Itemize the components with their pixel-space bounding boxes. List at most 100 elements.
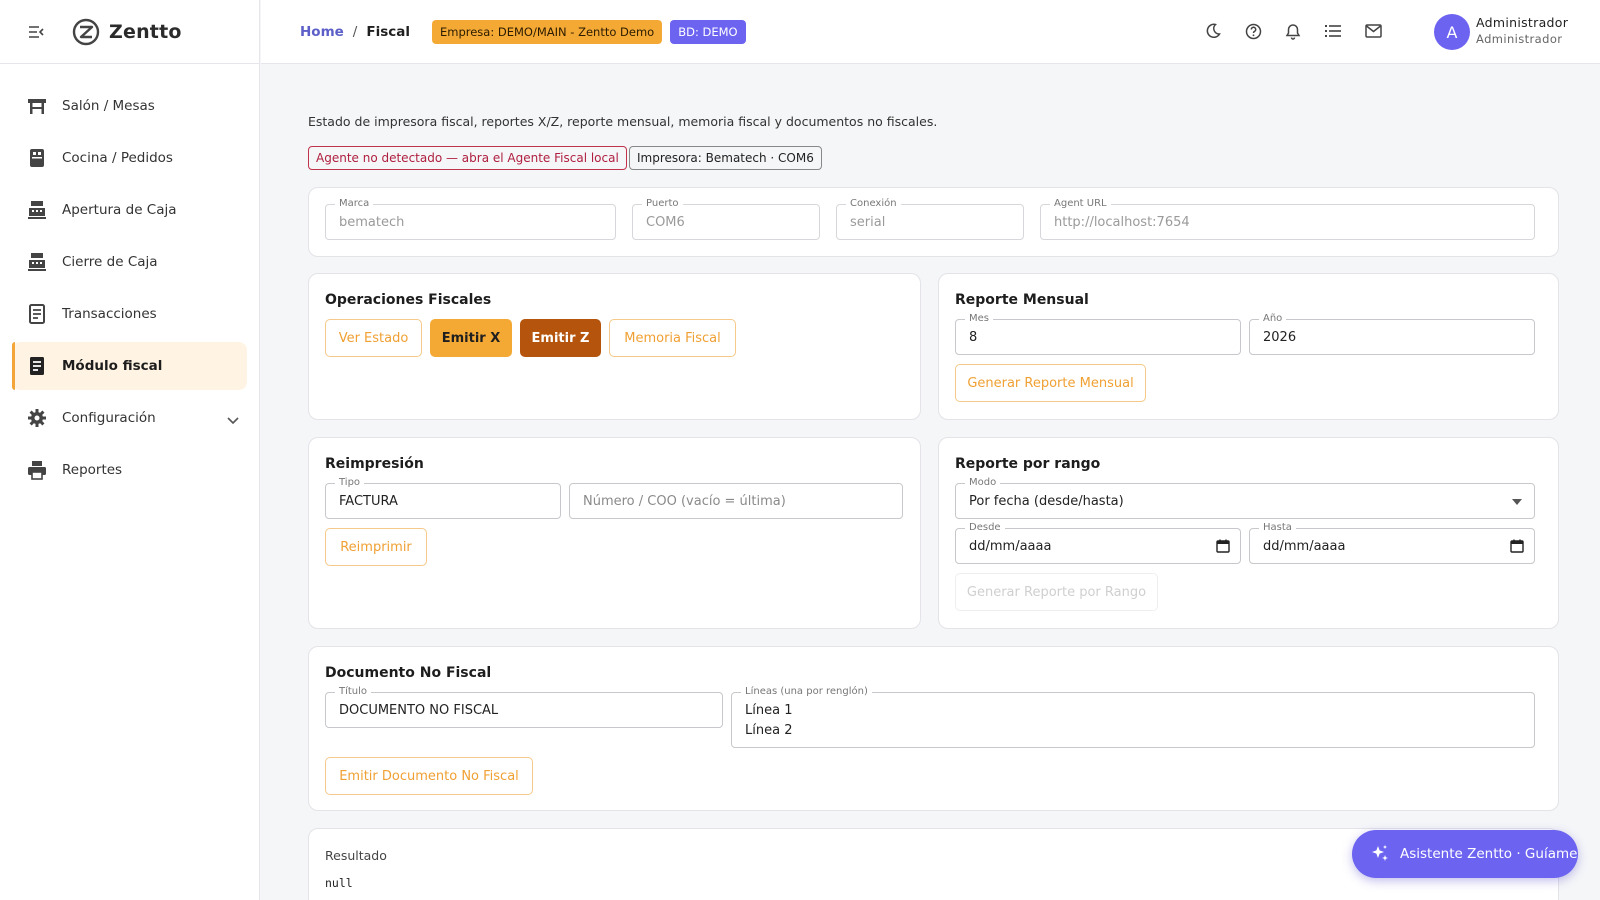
sidebar-item-reportes[interactable]: Reportes [12,446,247,494]
breadcrumb-separator: / [352,23,358,40]
modo-label: Modo [965,477,1001,489]
user-info[interactable]: Administrador Administrador [1476,15,1568,46]
marca-value: bematech [339,215,405,230]
database-badge: BD: DEMO [670,19,746,44]
documento-no-fiscal-card: Documento No Fiscal Título DOCUMENTO NO … [308,646,1559,811]
sidebar-item-configuracion[interactable]: Configuración [12,394,247,442]
dropdown-caret-icon [1512,499,1522,505]
resultado-label: Resultado [325,848,387,863]
emitir-no-fiscal-button[interactable]: Emitir Documento No Fiscal [325,757,533,795]
titulo-input[interactable]: Título DOCUMENTO NO FISCAL [325,686,723,728]
emitir-x-button[interactable]: Emitir X [430,319,512,357]
marca-field: Marca bematech [325,198,616,240]
puerto-field: Puerto COM6 [632,198,820,240]
puerto-value: COM6 [646,215,685,230]
lineas-label: Líneas (una por renglón) [741,686,872,698]
gear-icon [26,407,48,429]
numero-coo-input[interactable]: Número / COO (vacío = última) [569,483,903,519]
sidebar-item-label: Configuración [62,410,156,426]
top-bar: Home / Fiscal Empresa: DEMO/MAIN - Zentt… [261,0,1600,64]
anio-input[interactable]: Año 2026 [1249,313,1535,355]
reimpresion-title: Reimpresión [325,456,424,472]
reimprimir-button[interactable]: Reimprimir [325,528,427,566]
table-chairs-icon [26,95,48,117]
cash-register-icon [26,199,48,221]
hasta-value: dd/mm/aaaa [1263,539,1346,554]
cash-register-icon [26,251,48,273]
receipt-icon [26,303,48,325]
app-logo[interactable]: Zentto [72,18,182,46]
hasta-date-input[interactable]: Hasta dd/mm/aaaa [1249,522,1535,564]
hasta-label: Hasta [1259,522,1296,534]
generar-reporte-rango-button[interactable]: Generar Reporte por Rango [955,573,1158,611]
sidebar-item-label: Salón / Mesas [62,98,155,114]
breadcrumb-home[interactable]: Home [300,24,344,40]
sidebar-item-cocina-pedidos[interactable]: Cocina / Pedidos [12,134,247,182]
sidebar-item-label: Cierre de Caja [62,254,158,270]
sidebar-item-label: Módulo fiscal [62,358,163,374]
sparkle-icon [1372,845,1388,861]
sidebar-nav: Salón / Mesas Cocina / Pedidos Apertura … [0,64,259,494]
conexion-value: serial [850,215,886,230]
desde-value: dd/mm/aaaa [969,539,1052,554]
main-content: Estado de impresora fiscal, reportes X/Z… [261,65,1600,900]
anio-label: Año [1259,313,1287,325]
modo-value: Por fecha (desde/hasta) [969,494,1124,509]
generar-reporte-mensual-button[interactable]: Generar Reporte Mensual [955,364,1146,402]
sidebar-item-label: Reportes [62,462,123,478]
printer-icon [26,459,48,481]
bell-icon[interactable] [1284,22,1302,40]
resultado-value: null [325,876,353,890]
titulo-label: Título [335,686,372,698]
breadcrumb-current: Fiscal [366,23,410,40]
calendar-icon[interactable] [1216,539,1230,553]
kitchen-icon [26,147,48,169]
sidebar-item-label: Cocina / Pedidos [62,150,173,166]
sidebar-header: Zentto [0,0,259,64]
chevron-down-icon[interactable] [227,410,239,429]
modo-select[interactable]: Modo Por fecha (desde/hasta) [955,477,1535,519]
sidebar-item-cierre-caja[interactable]: Cierre de Caja [12,238,247,286]
titulo-value: DOCUMENTO NO FISCAL [339,703,499,718]
assistant-button[interactable]: Asistente Zentto · Guíame [1352,830,1578,878]
reimpresion-card: Reimpresión Tipo FACTURA Número / COO (v… [308,437,921,629]
agent-url-field: Agent URL http://localhost:7654 [1040,198,1535,240]
moon-icon[interactable] [1204,22,1222,40]
tipo-label: Tipo [335,477,365,489]
sidebar-item-salon-mesas[interactable]: Salón / Mesas [12,82,247,130]
mes-label: Mes [965,313,993,325]
help-icon[interactable] [1244,22,1262,40]
sidebar-item-transacciones[interactable]: Transacciones [12,290,247,338]
printer-status-chip: Impresora: Bematech · COM6 [629,146,822,170]
calendar-icon[interactable] [1510,539,1524,553]
list-icon[interactable] [1324,22,1342,40]
marca-label: Marca [335,198,374,210]
menu-collapse-icon[interactable] [26,22,46,42]
mes-input[interactable]: Mes 8 [955,313,1241,355]
memoria-fiscal-button[interactable]: Memoria Fiscal [609,319,736,357]
puerto-label: Puerto [642,198,683,210]
sidebar-item-modulo-fiscal[interactable]: Módulo fiscal [12,342,247,390]
anio-value: 2026 [1263,330,1297,345]
agent-url-label: Agent URL [1050,198,1111,210]
app-name: Zentto [109,20,182,43]
avatar[interactable]: A [1434,14,1470,50]
desde-label: Desde [965,522,1005,534]
operaciones-fiscales-card: Operaciones Fiscales Ver Estado Emitir X… [308,273,921,420]
conexion-label: Conexión [846,198,901,210]
tipo-select[interactable]: Tipo FACTURA [325,477,561,519]
ver-estado-button[interactable]: Ver Estado [325,319,422,357]
top-icons [1182,22,1382,40]
emitir-z-button[interactable]: Emitir Z [520,319,601,357]
conexion-field: Conexión serial [836,198,1024,240]
desde-date-input[interactable]: Desde dd/mm/aaaa [955,522,1241,564]
lineas-textarea[interactable]: Líneas (una por renglón) Línea 1 Línea 2 [731,686,1535,748]
reporte-mensual-title: Reporte Mensual [955,292,1089,308]
sidebar-item-apertura-caja[interactable]: Apertura de Caja [12,186,247,234]
linea-1: Línea 1 [745,703,793,718]
reporte-rango-title: Reporte por rango [955,456,1101,472]
empresa-badge: Empresa: DEMO/MAIN - Zentto Demo [431,19,663,44]
reporte-rango-card: Reporte por rango Modo Por fecha (desde/… [938,437,1559,629]
mail-icon[interactable] [1364,22,1382,40]
printer-config-card: Marca bematech Puerto COM6 Conexión seri… [308,187,1559,257]
